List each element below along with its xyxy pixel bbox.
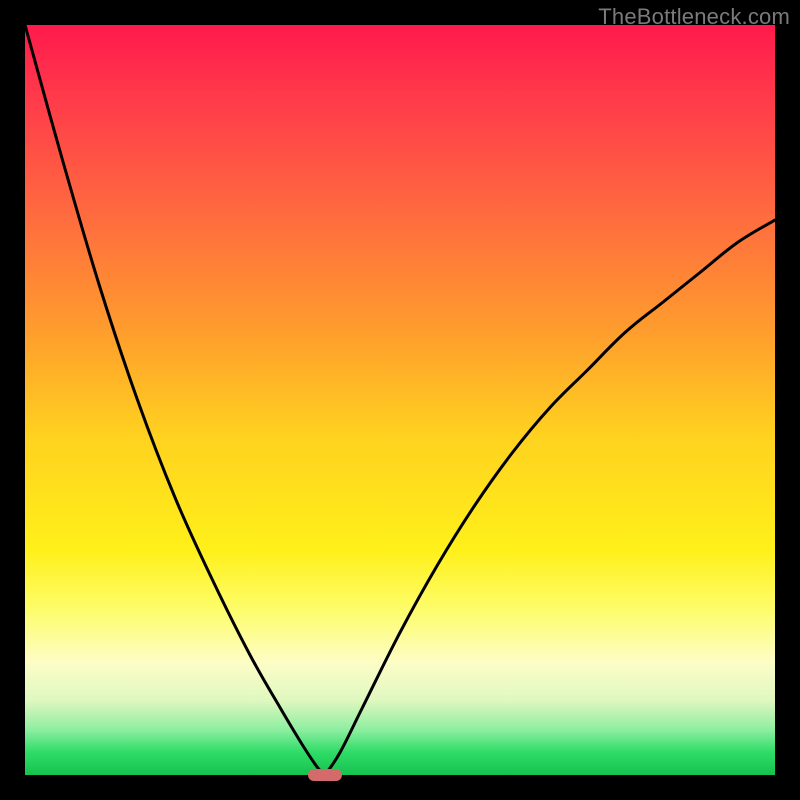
bottleneck-marker [308, 769, 342, 781]
chart-plot-area [25, 25, 775, 775]
watermark-text: TheBottleneck.com [598, 4, 790, 30]
curve-left-branch [25, 25, 325, 775]
chart-curve-svg [25, 25, 775, 775]
curve-right-branch [325, 220, 775, 775]
